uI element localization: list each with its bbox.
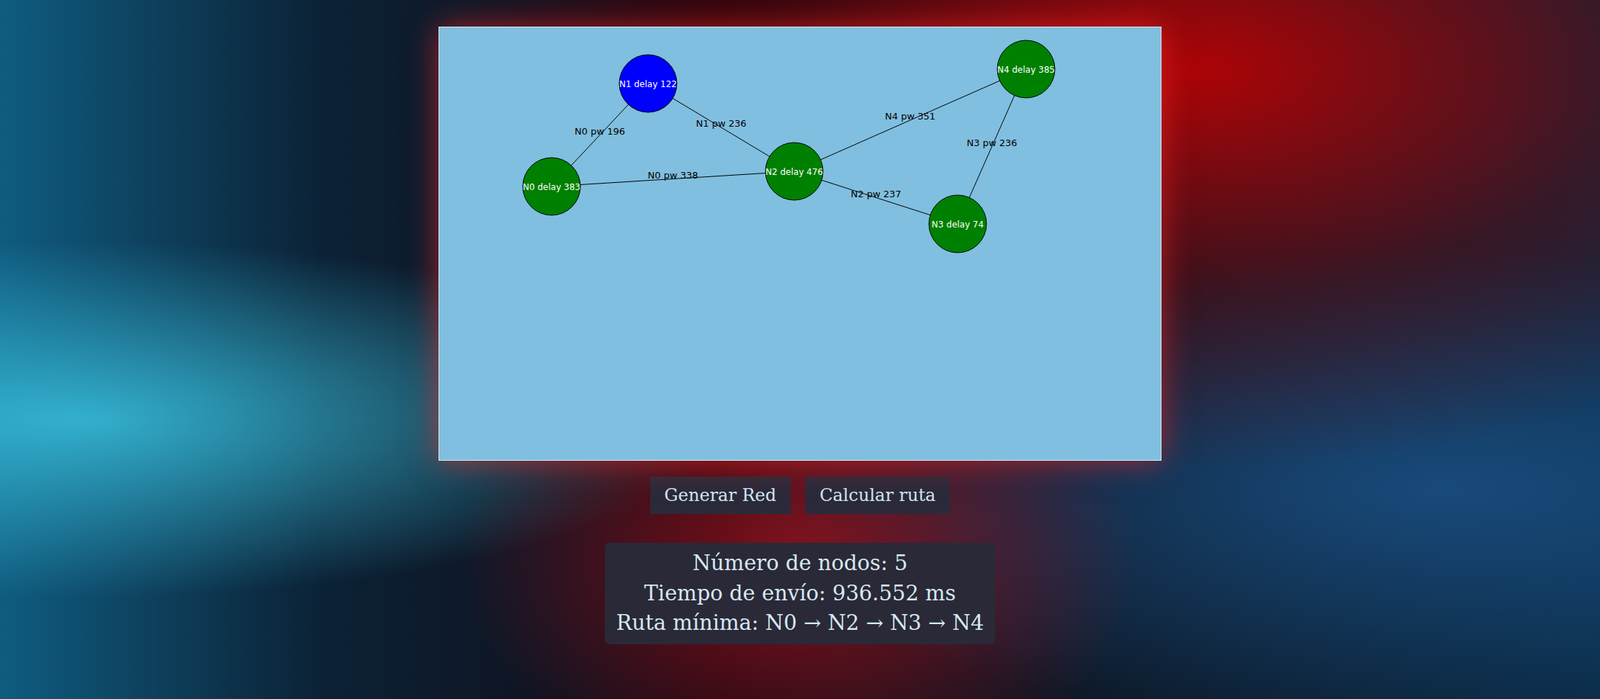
edge-line: [794, 69, 1027, 172]
network-node[interactable]: N3 delay 74: [928, 195, 987, 253]
edge-label: N1 pw 236: [696, 118, 747, 129]
toolbar: Generar Red Calcular ruta: [650, 476, 951, 515]
edge-label: N3 pw 236: [967, 137, 1018, 149]
info-panel: Número de nodos: 5Tiempo de envío: 936.5…: [604, 542, 996, 645]
network-diagram: N0 pw 196 N1 pw 236 N0 pw 338 N4 pw 351 N2 p…: [439, 27, 1161, 461]
edge-label: N0 pw 196: [574, 126, 626, 137]
info-line: Número de nodos: 5: [692, 550, 909, 578]
network-node[interactable]: N4 delay 385: [997, 40, 1055, 98]
network-canvas: N0 pw 196 N1 pw 236 N0 pw 338 N4 pw 351 N2 p…: [438, 26, 1162, 461]
edge-label: N4 pw 351: [884, 110, 936, 122]
edge-label: N0 pw 338: [648, 169, 699, 181]
network-node[interactable]: N0 delay 383: [522, 157, 581, 216]
node-label: N3 delay 74: [931, 219, 984, 230]
page: N0 pw 196 N1 pw 236 N0 pw 338 N4 pw 351 N2 p…: [0, 0, 1600, 699]
action-button[interactable]: Calcular ruta: [805, 476, 950, 515]
edge-label: N2 pw 237: [851, 188, 902, 200]
node-label: N2 delay 476: [765, 167, 824, 178]
info-line: Tiempo de envío: 936.552 ms: [644, 580, 957, 608]
action-button[interactable]: Generar Red: [650, 476, 792, 515]
node-label: N0 delay 383: [522, 182, 581, 193]
network-node[interactable]: N2 delay 476: [765, 142, 824, 201]
node-label: N1 delay 122: [619, 79, 677, 90]
info-line: Ruta mínima: N0 → N2 → N3 → N4: [616, 609, 985, 638]
network-node[interactable]: N1 delay 122: [619, 54, 677, 113]
node-label: N4 delay 385: [997, 64, 1055, 75]
